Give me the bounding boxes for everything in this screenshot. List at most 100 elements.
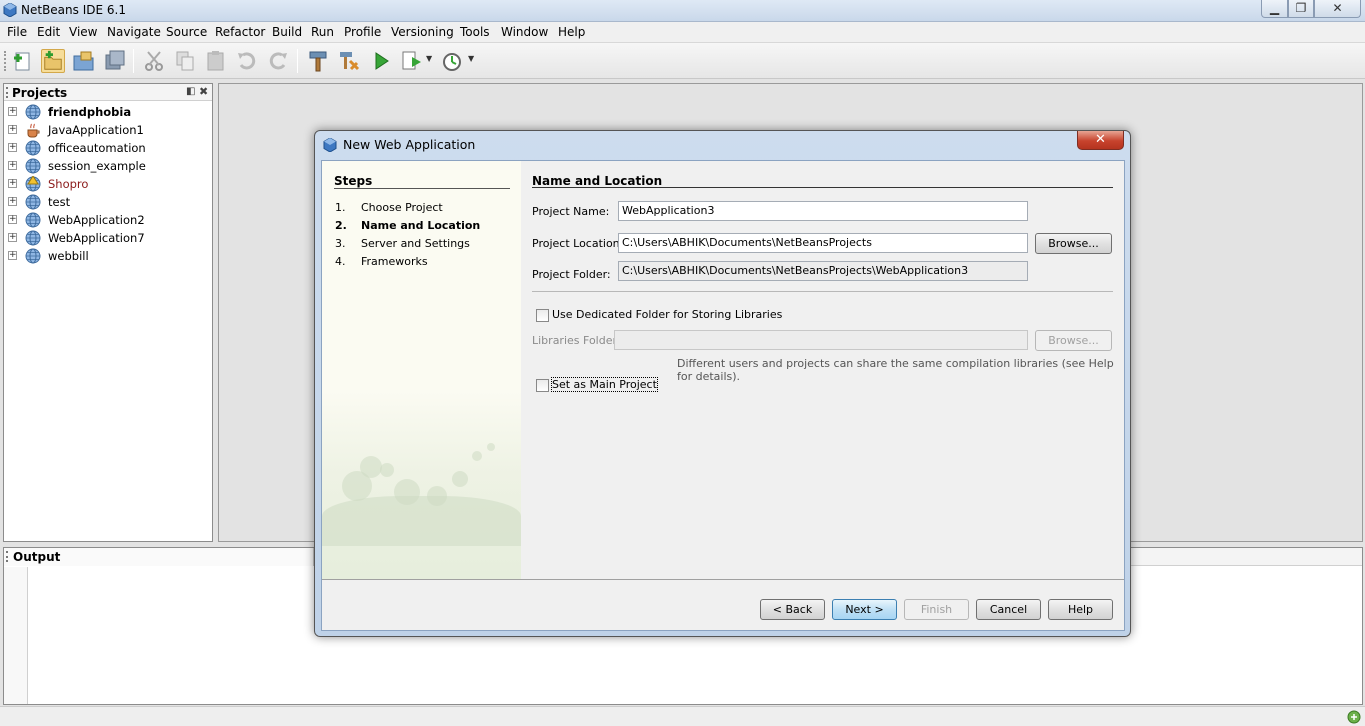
menu-view[interactable]: View — [69, 25, 97, 39]
dialog-title: New Web Application — [343, 137, 476, 152]
projects-panel: Projects ◧ ✖ + friendphobia + JavaApplicati… — [3, 83, 213, 542]
project-location-field[interactable]: C:\Users\ABHIK\Documents\NetBeansProject… — [618, 233, 1028, 253]
toolbar-grip[interactable] — [4, 51, 7, 71]
save-all-icon[interactable] — [103, 49, 127, 73]
update-notification-icon[interactable] — [1347, 710, 1361, 724]
browse-location-button[interactable]: Browse... — [1035, 233, 1112, 254]
output-gutter — [4, 567, 28, 704]
decorative-bubble — [380, 463, 394, 477]
tree-item-label: friendphobia — [48, 105, 132, 119]
dedicated-folder-checkbox[interactable] — [536, 309, 549, 322]
profile-icon[interactable] — [440, 49, 464, 73]
expand-icon[interactable]: + — [8, 143, 17, 152]
menu-run[interactable]: Run — [311, 25, 334, 39]
next-button[interactable]: Next > — [832, 599, 897, 620]
divider — [322, 579, 1124, 580]
help-button[interactable]: Help — [1048, 599, 1113, 620]
build-icon[interactable] — [306, 49, 330, 73]
tree-item-label: JavaApplication1 — [48, 123, 144, 137]
expand-icon[interactable]: + — [8, 125, 17, 134]
project-name-field[interactable]: WebApplication3 — [618, 201, 1028, 221]
minimize-button[interactable]: ▁ — [1261, 0, 1288, 18]
menu-help[interactable]: Help — [558, 25, 585, 39]
main-project-checkbox[interactable] — [536, 379, 549, 392]
libraries-folder-label: Libraries Folder: — [532, 334, 621, 347]
clean-build-icon[interactable] — [337, 49, 361, 73]
tree-item[interactable]: + webbill — [4, 247, 212, 265]
output-panel-title: Output — [13, 550, 61, 564]
title-bar: NetBeans IDE 6.1 ▁ ❐ ✕ — [0, 0, 1365, 22]
close-window-button[interactable]: ✕ — [1314, 0, 1361, 18]
step-number: 3. — [335, 237, 346, 250]
tree-item[interactable]: + Shopro — [4, 175, 212, 193]
divider — [532, 291, 1113, 292]
expand-icon[interactable]: + — [8, 197, 17, 206]
tree-item[interactable]: + session_example — [4, 157, 212, 175]
dedicated-folder-label[interactable]: Use Dedicated Folder for Storing Librari… — [552, 308, 782, 321]
tree-item[interactable]: + JavaApplication1 — [4, 121, 212, 139]
run-icon[interactable] — [369, 49, 393, 73]
project-folder-label: Project Folder: — [532, 268, 611, 281]
panel-grip[interactable] — [6, 551, 9, 562]
step-label: Name and Location — [361, 219, 481, 232]
steps-title: Steps — [334, 174, 373, 188]
decorative-bubble — [342, 471, 372, 501]
status-bar — [0, 706, 1365, 726]
panel-grip[interactable] — [6, 87, 9, 98]
menu-file[interactable]: File — [7, 25, 27, 39]
divider — [334, 188, 510, 189]
menu-navigate[interactable]: Navigate — [107, 25, 161, 39]
main-project-label[interactable]: Set as Main Project — [551, 377, 658, 392]
output-tab[interactable]: Output — [4, 548, 314, 566]
menu-tools[interactable]: Tools — [460, 25, 490, 39]
profile-dropdown-icon[interactable]: ▼ — [468, 54, 474, 63]
close-icon: ✕ — [1095, 132, 1106, 147]
minimize-panel-icon[interactable]: ◧ — [186, 86, 195, 97]
expand-icon[interactable]: + — [8, 251, 17, 260]
expand-icon[interactable]: + — [8, 107, 17, 116]
debug-icon[interactable] — [400, 49, 424, 73]
menu-versioning[interactable]: Versioning — [391, 25, 454, 39]
new-file-icon[interactable] — [11, 49, 35, 73]
web-project-icon — [25, 104, 41, 120]
cancel-button[interactable]: Cancel — [976, 599, 1041, 620]
libraries-hint-text: Different users and projects can share t… — [677, 357, 1114, 383]
dialog-close-button[interactable]: ✕ — [1077, 131, 1124, 150]
menu-edit[interactable]: Edit — [37, 25, 60, 39]
expand-icon[interactable]: + — [8, 179, 17, 188]
expand-icon[interactable]: + — [8, 161, 17, 170]
menu-build[interactable]: Build — [272, 25, 302, 39]
new-project-icon[interactable] — [41, 49, 65, 73]
toolbar-separator — [133, 49, 134, 73]
close-panel-icon[interactable]: ✖ — [199, 85, 208, 98]
redo-icon[interactable] — [266, 49, 290, 73]
menu-window[interactable]: Window — [501, 25, 548, 39]
menu-source[interactable]: Source — [166, 25, 207, 39]
toolbar: ▼ ▼ — [0, 43, 1365, 79]
undo-icon[interactable] — [235, 49, 259, 73]
tree-item[interactable]: + test — [4, 193, 212, 211]
paste-icon[interactable] — [204, 49, 228, 73]
step-number: 1. — [335, 201, 346, 214]
step-label: Server and Settings — [361, 237, 470, 250]
step-label: Choose Project — [361, 201, 443, 214]
back-button[interactable]: < Back — [760, 599, 825, 620]
expand-icon[interactable]: + — [8, 215, 17, 224]
web-project-icon — [25, 248, 41, 264]
projects-panel-header: Projects ◧ ✖ — [4, 84, 212, 101]
tree-item[interactable]: + WebApplication2 — [4, 211, 212, 229]
maximize-button[interactable]: ❐ — [1288, 0, 1314, 18]
menu-profile[interactable]: Profile — [344, 25, 381, 39]
tree-item[interactable]: + officeautomation — [4, 139, 212, 157]
copy-icon[interactable] — [173, 49, 197, 73]
debug-dropdown-icon[interactable]: ▼ — [426, 54, 432, 63]
web-project-warning-icon — [25, 176, 41, 192]
steps-pane: Steps 1. Choose Project 2. Name and Locatio… — [322, 161, 521, 579]
tree-item[interactable]: + friendphobia — [4, 103, 212, 121]
cut-icon[interactable] — [142, 49, 166, 73]
expand-icon[interactable]: + — [8, 233, 17, 242]
minimize-icon: ▁ — [1269, 1, 1280, 15]
menu-refactor[interactable]: Refactor — [215, 25, 265, 39]
tree-item[interactable]: + WebApplication7 — [4, 229, 212, 247]
open-project-icon[interactable] — [72, 49, 96, 73]
